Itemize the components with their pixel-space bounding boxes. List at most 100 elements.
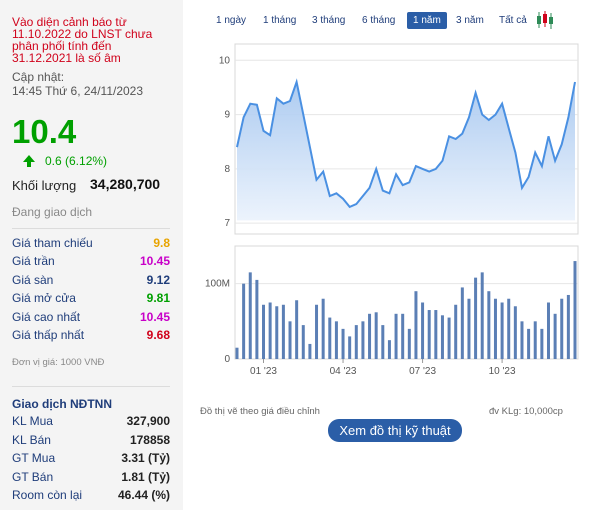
volume-bar — [328, 317, 332, 359]
volume-bar — [566, 294, 570, 359]
price-value: 9.68 — [146, 328, 170, 342]
price-value: 10.45 — [139, 254, 170, 268]
volume-bar — [487, 291, 491, 359]
foreign-label: GT Mua — [12, 451, 56, 465]
foreign-trade-title: Giao dịch NĐTNN — [12, 397, 113, 411]
volume-bar — [546, 302, 550, 359]
technical-chart-button[interactable]: Xem đồ thị kỹ thuật — [328, 419, 462, 442]
price-row-reference: Giá tham chiếu 9.8 — [12, 236, 170, 253]
price-label: Giá mở cửa — [12, 291, 76, 305]
price-row-floor: Giá sàn 9.12 — [12, 273, 170, 290]
volume-bar — [288, 321, 292, 359]
volume-bar — [407, 328, 411, 359]
price-label: Giá cao nhất — [12, 310, 81, 324]
volume-bar — [242, 283, 246, 359]
volume-bar — [507, 298, 511, 359]
volume-bar — [533, 321, 537, 359]
volume-bar — [381, 325, 385, 359]
volume-bar — [540, 328, 544, 359]
foreign-value: 3.31 (Tỷ) — [121, 451, 170, 465]
tab-6-months[interactable]: 6 tháng — [356, 12, 401, 29]
price-volume-chart: 7 8 9 10 0 100M 01 '23 04 '23 07 '23 10 '23 — [205, 43, 579, 377]
volume-bar — [334, 321, 338, 359]
volume-bar — [281, 304, 285, 359]
volume-bar — [500, 302, 504, 359]
volume-bar — [454, 304, 458, 359]
price-tick-label: 9 — [224, 110, 230, 121]
price-label: Giá sàn — [12, 273, 54, 287]
foreign-value: 327,900 — [126, 414, 170, 428]
price-row-ceiling: Giá trần 10.45 — [12, 254, 170, 271]
candlestick-icon[interactable] — [535, 10, 555, 30]
volume-bar — [368, 313, 372, 359]
trading-status: Đang giao dịch — [12, 205, 93, 219]
foreign-row-sell-value: GT Bán 1.81 (Tỷ) — [12, 470, 170, 487]
volume-bar — [480, 272, 484, 359]
foreign-label: KL Bán — [12, 433, 51, 447]
volume-bar — [447, 317, 451, 359]
volume-bar — [295, 300, 299, 359]
volume-bar — [354, 325, 358, 359]
unit-note: Đơn vị giá: 1000 VNĐ — [12, 357, 105, 368]
foreign-value: 178858 — [129, 433, 170, 447]
volume-bar — [553, 313, 557, 359]
price-change: 0.6 (6.12%) — [45, 154, 108, 168]
foreign-label: GT Bán — [12, 470, 54, 484]
volume-panel-frame — [234, 245, 579, 360]
volume-bar — [440, 315, 444, 359]
price-row-open: Giá mở cửa 9.81 — [12, 291, 170, 308]
volume-bar — [341, 328, 345, 359]
volume-bar — [460, 287, 464, 359]
divider — [12, 386, 170, 387]
x-tick-label: 07 '23 — [409, 366, 436, 377]
tab-3-years[interactable]: 3 năm — [450, 12, 490, 29]
price-value: 9.81 — [146, 291, 170, 305]
x-tick-label: 01 '23 — [250, 366, 277, 377]
foreign-label: Room còn lại — [12, 488, 83, 502]
volume-tick-label: 0 — [224, 354, 230, 365]
volume-bar — [301, 325, 305, 359]
update-time: 14:45 Thứ 6, 24/11/2023 — [12, 84, 144, 98]
chart-footnote-left: Đồ thị vẽ theo giá điều chỉnh — [200, 406, 320, 417]
volume-tick-label: 100M — [205, 279, 230, 290]
volume-bar — [262, 304, 266, 359]
price-value: 9.8 — [153, 236, 170, 250]
volume-bar — [467, 298, 471, 359]
foreign-row-room: Room còn lại 46.44 (%) — [12, 488, 170, 505]
volume-bar — [493, 298, 497, 359]
price-row-low: Giá thấp nhất 9.68 — [12, 328, 170, 345]
price-row-high: Giá cao nhất 10.45 — [12, 310, 170, 327]
price-value: 10.45 — [139, 310, 170, 324]
tab-1-year[interactable]: 1 năm — [407, 12, 447, 29]
volume-value: 34,280,700 — [90, 176, 161, 192]
volume-bar — [387, 340, 391, 359]
foreign-value: 1.81 (Tỷ) — [121, 470, 170, 484]
volume-bar — [560, 298, 564, 359]
volume-bar — [248, 272, 252, 359]
volume-bar — [361, 321, 365, 359]
tab-1-day[interactable]: 1 ngày — [210, 12, 252, 29]
tab-all[interactable]: Tất cả — [493, 12, 533, 29]
volume-bar — [374, 312, 378, 359]
warning-text: Vào diện cảnh báo từ 11.10.2022 do LNST … — [12, 15, 153, 65]
volume-bar — [474, 277, 478, 359]
x-tick-label: 10 '23 — [489, 366, 516, 377]
tab-3-months[interactable]: 3 tháng — [306, 12, 351, 29]
price-tick-label: 8 — [224, 164, 230, 175]
arrow-up-icon — [23, 155, 35, 167]
price-label: Giá tham chiếu — [12, 236, 93, 250]
chart-footnote-right: đv KLg: 10,000cp — [489, 406, 563, 417]
divider — [12, 228, 170, 229]
stock-info-panel: Vào diện cảnh báo từ 11.10.2022 do LNST … — [0, 0, 183, 510]
volume-bar — [527, 328, 531, 359]
volume-bar — [235, 347, 239, 359]
volume-bar — [513, 306, 517, 359]
foreign-label: KL Mua — [12, 414, 53, 428]
foreign-value: 46.44 (%) — [117, 488, 170, 502]
volume-bar — [321, 298, 325, 359]
volume-bar — [268, 302, 272, 359]
volume-bar — [275, 306, 279, 359]
tab-1-month[interactable]: 1 tháng — [257, 12, 302, 29]
volume-bar — [573, 261, 577, 359]
foreign-row-buy-value: GT Mua 3.31 (Tỷ) — [12, 451, 170, 468]
